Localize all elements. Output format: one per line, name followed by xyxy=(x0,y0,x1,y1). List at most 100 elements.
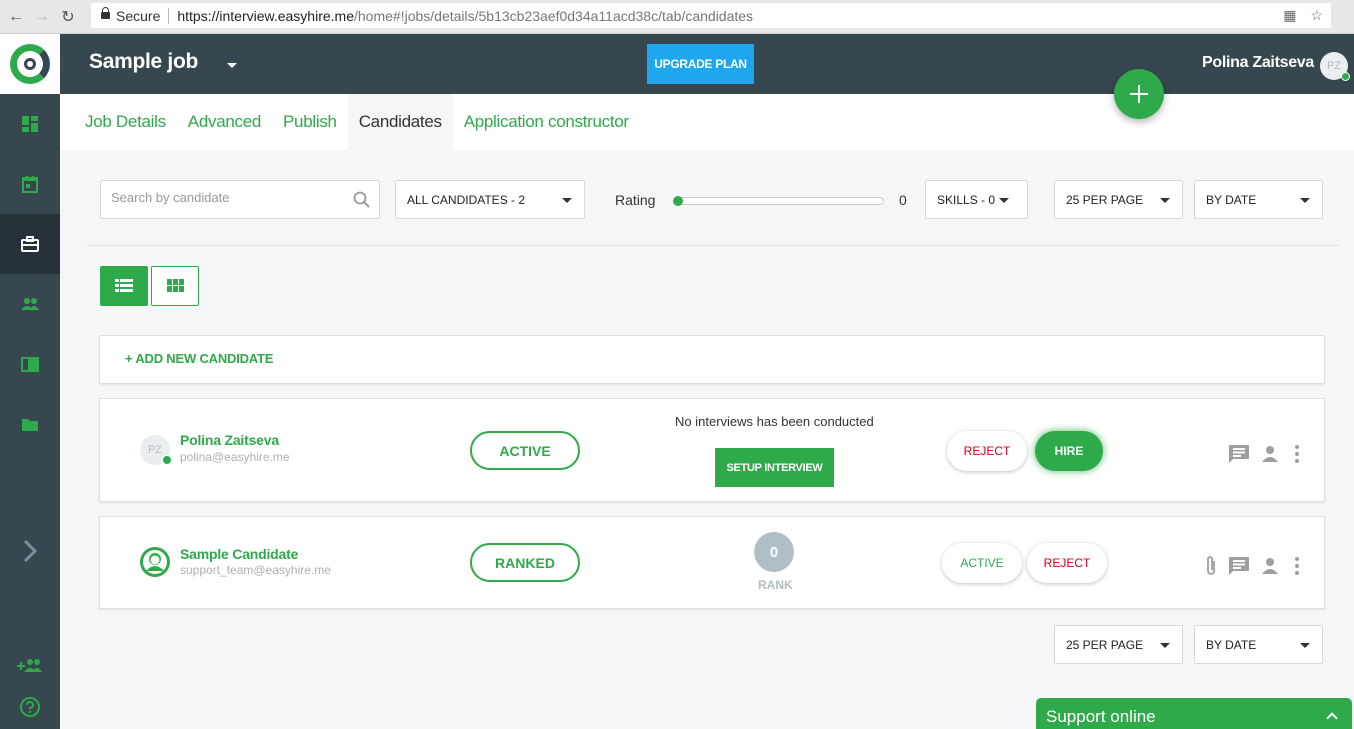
candidates-filter-value: ALL CANDIDATES - 2 xyxy=(407,192,526,207)
online-indicator xyxy=(162,455,172,465)
hire-button[interactable]: HIRE xyxy=(1035,431,1103,471)
grid-view-icon xyxy=(166,279,184,292)
sidebar-item-files[interactable] xyxy=(0,394,60,454)
grid-view-button[interactable] xyxy=(151,266,199,306)
person-icon[interactable] xyxy=(1261,445,1279,463)
search-input[interactable] xyxy=(111,190,341,205)
sidebar-item-library[interactable] xyxy=(0,334,60,394)
help-icon xyxy=(20,697,40,717)
user-name[interactable]: Polina Zaitseva xyxy=(1202,54,1314,72)
chevron-down-icon xyxy=(1300,643,1310,648)
more-vertical-icon[interactable] xyxy=(1294,445,1300,463)
bookmark-star-icon[interactable]: ☆ xyxy=(1310,7,1323,24)
candidate-name[interactable]: Sample Candidate xyxy=(180,546,298,562)
secure-label: Secure xyxy=(116,7,161,24)
tab-publish[interactable]: Publish xyxy=(272,94,348,150)
rating-slider[interactable] xyxy=(677,197,884,205)
reject-button[interactable]: REJECT xyxy=(1027,543,1107,583)
sidebar-item-candidates[interactable] xyxy=(0,274,60,334)
app-logo[interactable] xyxy=(0,34,60,94)
lock-icon xyxy=(101,6,110,21)
job-title[interactable]: Sample job xyxy=(89,50,198,74)
tab-advanced[interactable]: Advanced xyxy=(177,94,272,150)
chevron-down-icon xyxy=(1160,198,1170,203)
avatar-initials: PZ xyxy=(147,444,163,456)
chevron-up-icon[interactable] xyxy=(1326,712,1338,724)
tab-application-constructor[interactable]: Application constructor xyxy=(453,94,640,150)
per-page-select[interactable]: 25 PER PAGE xyxy=(1054,180,1183,219)
sidebar-expand[interactable] xyxy=(0,538,60,564)
bottom-per-page-select[interactable]: 25 PER PAGE xyxy=(1054,625,1183,664)
dashboard-icon xyxy=(22,116,38,132)
url-separator xyxy=(168,7,170,24)
sidebar-item-dashboard[interactable] xyxy=(0,94,60,154)
back-icon[interactable]: ← xyxy=(6,7,26,27)
job-select-caret-icon[interactable] xyxy=(227,63,237,68)
comment-icon[interactable] xyxy=(1228,444,1250,464)
user-initials: PZ xyxy=(1326,60,1342,72)
sort-select[interactable]: BY DATE xyxy=(1194,180,1323,219)
skills-filter-value: SKILLS - 0 xyxy=(937,192,996,207)
sidebar-help[interactable] xyxy=(0,696,60,718)
per-page-value: 25 PER PAGE xyxy=(1066,637,1144,652)
status-button[interactable]: RANKED xyxy=(470,543,580,582)
rating-slider-handle[interactable] xyxy=(673,196,683,206)
address-bar[interactable]: Secure https://interview.easyhire.me/hom… xyxy=(91,3,1331,28)
bottom-sort-select[interactable]: BY DATE xyxy=(1194,625,1323,664)
interview-note: No interviews has been conducted xyxy=(675,414,874,429)
upgrade-plan-button[interactable]: UPGRADE PLAN xyxy=(647,44,754,84)
rating-value: 0 xyxy=(899,192,907,208)
tab-candidates[interactable]: Candidates xyxy=(347,94,453,150)
chevron-down-icon xyxy=(1300,198,1310,203)
user-silhouette-icon xyxy=(143,550,167,574)
chevron-down-icon xyxy=(1160,643,1170,648)
sidebar-add-user[interactable] xyxy=(0,656,60,676)
add-candidate-button[interactable]: + ADD NEW CANDIDATE xyxy=(125,351,273,366)
briefcase-icon xyxy=(21,236,39,252)
candidates-filter-select[interactable]: ALL CANDIDATES - 2 xyxy=(395,180,585,219)
support-label: Support online xyxy=(1046,707,1156,726)
chevron-right-icon xyxy=(23,539,38,563)
url-host: https://interview.easyhire.me xyxy=(177,7,354,24)
forward-icon[interactable]: → xyxy=(32,7,52,27)
chevron-down-icon xyxy=(999,198,1009,203)
list-view-button[interactable] xyxy=(100,266,148,306)
add-fab-button[interactable] xyxy=(1114,69,1164,119)
reject-button[interactable]: REJECT xyxy=(947,431,1027,471)
avatar[interactable] xyxy=(140,547,170,577)
add-people-icon xyxy=(17,659,42,672)
activate-button[interactable]: ACTIVE xyxy=(942,543,1022,583)
more-vertical-icon[interactable] xyxy=(1294,557,1300,575)
rank-label: RANK xyxy=(758,578,793,592)
per-page-value: 25 PER PAGE xyxy=(1066,192,1144,207)
setup-interview-button[interactable]: SETUP INTERVIEW xyxy=(715,448,834,487)
attachment-icon[interactable] xyxy=(1204,555,1218,577)
avatar[interactable]: PZ xyxy=(140,435,172,465)
book-icon xyxy=(21,357,39,372)
search-icon[interactable] xyxy=(353,191,371,209)
comment-icon[interactable] xyxy=(1228,556,1250,576)
sidebar-item-calendar[interactable] xyxy=(0,154,60,214)
candidate-row: PZ Polina Zaitseva polina@easyhire.me AC… xyxy=(99,398,1325,502)
person-icon[interactable] xyxy=(1261,557,1279,575)
add-candidate-card[interactable]: + ADD NEW CANDIDATE xyxy=(99,335,1325,384)
sort-value: BY DATE xyxy=(1206,192,1257,207)
translate-icon[interactable]: ▦ xyxy=(1283,7,1296,24)
rating-label: Rating xyxy=(615,192,656,208)
search-box xyxy=(100,180,380,219)
tab-job-details[interactable]: Job Details xyxy=(74,94,177,150)
status-button[interactable]: ACTIVE xyxy=(470,431,580,470)
skills-filter-select[interactable]: SKILLS - 0 xyxy=(925,180,1028,219)
candidate-name[interactable]: Polina Zaitseva xyxy=(180,432,279,448)
url-path: /home#!jobs/details/5b13cb23aef0d34a11ac… xyxy=(354,7,754,24)
candidate-email: support_team@easyhire.me xyxy=(180,563,331,577)
calendar-icon xyxy=(22,176,38,193)
sort-value: BY DATE xyxy=(1206,637,1257,652)
sidebar-item-jobs[interactable] xyxy=(0,214,60,274)
support-chat-widget[interactable]: Support online xyxy=(1036,698,1352,729)
user-avatar[interactable]: PZ xyxy=(1320,52,1350,81)
folder-icon xyxy=(22,419,38,431)
divider xyxy=(85,245,1340,246)
list-view-icon xyxy=(115,279,133,292)
reload-icon[interactable]: ↻ xyxy=(58,7,78,27)
